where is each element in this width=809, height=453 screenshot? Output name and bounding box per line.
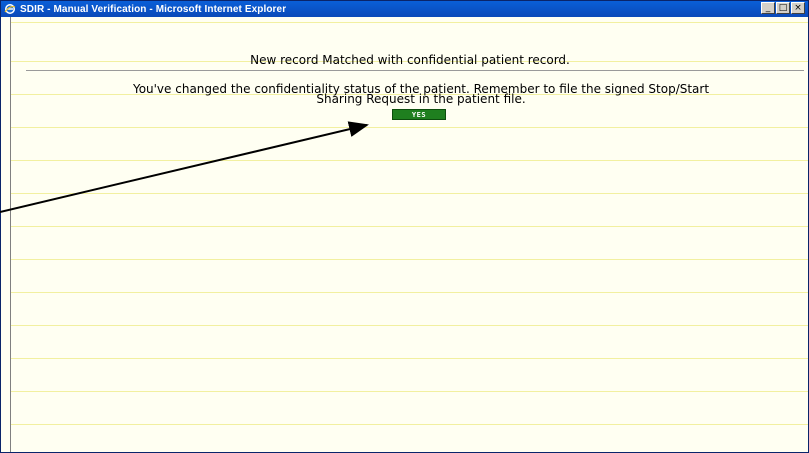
browser-window: SDIR - Manual Verification - Microsoft I… [0, 0, 809, 453]
window-title: SDIR - Manual Verification - Microsoft I… [20, 3, 287, 15]
match-message: New record Matched with confidential pat… [250, 53, 570, 67]
yes-button[interactable]: YES [392, 109, 446, 120]
maximize-button[interactable]: □ [776, 2, 790, 14]
confidentiality-notice: You've changed the confidentiality statu… [33, 83, 808, 105]
page-content: New record Matched with confidential pat… [10, 17, 808, 452]
internet-explorer-icon [4, 3, 16, 15]
window-controls: _ □ × [761, 2, 805, 14]
divider [26, 70, 804, 71]
close-button[interactable]: × [791, 2, 805, 14]
minimize-button[interactable]: _ [761, 2, 775, 14]
title-bar[interactable]: SDIR - Manual Verification - Microsoft I… [1, 1, 808, 17]
